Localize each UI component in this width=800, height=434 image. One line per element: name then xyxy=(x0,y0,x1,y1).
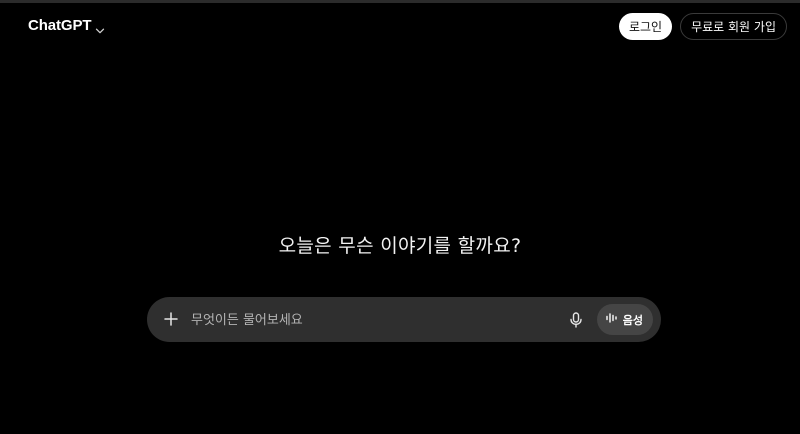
chevron-down-icon xyxy=(95,21,105,33)
plus-icon[interactable] xyxy=(161,309,181,329)
prompt-input[interactable] xyxy=(189,309,553,331)
header-actions: 로그인 무료로 회원 가입 xyxy=(618,13,787,40)
microphone-icon[interactable] xyxy=(567,311,585,329)
brand-title: ChatGPT xyxy=(28,17,92,34)
hero-title: 오늘은 무슨 이야기를 할까요? xyxy=(278,235,522,257)
chatgpt-app: ChatGPT 로그인 무료로 회원 가입 오늘은 무슨 이야기를 할까요? 무… xyxy=(0,0,800,434)
waveform-icon xyxy=(605,310,619,329)
signup-button[interactable]: 무료로 회원 가입 xyxy=(680,13,787,40)
top-header: ChatGPT 로그인 무료로 회원 가입 xyxy=(0,6,800,44)
voice-mode-label: 음성 xyxy=(622,313,643,327)
model-selector[interactable]: ChatGPT xyxy=(28,17,105,34)
login-button[interactable]: 로그인 xyxy=(618,13,673,40)
voice-mode-button[interactable]: 음성 xyxy=(596,304,653,335)
prompt-composer: 음성 xyxy=(147,297,661,342)
